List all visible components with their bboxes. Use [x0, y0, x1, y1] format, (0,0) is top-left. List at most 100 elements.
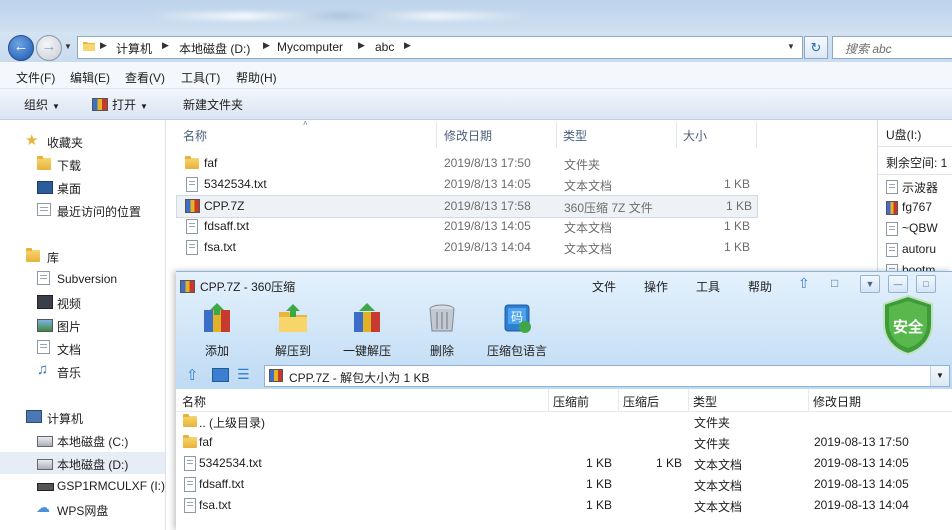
usb-drive-icon — [37, 483, 54, 491]
column-header-name[interactable]: 名称 — [183, 127, 207, 144]
archive-path-bar[interactable]: CPP.7Z - 解包大小为 1 KB ▼ — [264, 365, 950, 387]
archive-column-type[interactable]: 类型 — [693, 393, 717, 410]
menu-view[interactable]: 查看(V) — [125, 69, 165, 86]
new-folder-button[interactable]: 新建文件夹 — [183, 96, 243, 113]
open-button[interactable]: 打开 ▼ — [92, 96, 148, 113]
nav-downloads[interactable]: 下载 — [0, 153, 165, 175]
archive-row[interactable]: .. (上级目录) 文件夹 — [176, 411, 952, 432]
archive-window-title: CPP.7Z - 360压缩 — [200, 280, 296, 294]
breadcrumb-mycomputer[interactable]: Mycomputer — [277, 40, 343, 54]
archive-row[interactable]: 5342534.txt 1 KB 1 KB 文本文档 2019-08-13 14… — [176, 453, 952, 474]
menu-tools[interactable]: 工具(T) — [181, 69, 220, 86]
security-badge[interactable]: 安全 — [880, 294, 936, 356]
nav-drive-c-label: 本地磁盘 (C:) — [57, 435, 129, 449]
file-modified: 2019/8/13 17:58 — [444, 199, 531, 213]
preview-item[interactable]: autoru — [902, 242, 936, 256]
breadcrumb-separator-icon[interactable]: ▶ — [162, 40, 169, 51]
archive-menu-tools[interactable]: 工具 — [696, 278, 720, 295]
history-dropdown-button[interactable]: ▼ — [64, 38, 74, 56]
file-modified: 2019/8/13 17:50 — [444, 156, 531, 170]
archive-row-type: 文本文档 — [694, 479, 743, 493]
feedback-icon[interactable]: □ — [831, 276, 838, 290]
file-row[interactable]: fsa.txt 2019/8/13 14:04 文本文档 1 KB — [176, 237, 756, 258]
preview-item[interactable]: ~QBW — [902, 221, 938, 235]
column-header-size[interactable]: 大小 — [683, 127, 707, 144]
command-bar: 组织 ▼ 打开 ▼ 新建文件夹 — [0, 89, 952, 120]
file-row[interactable]: fdsaff.txt 2019/8/13 14:05 文本文档 1 KB — [176, 216, 756, 237]
archive-column-before[interactable]: 压缩前 — [553, 393, 589, 410]
breadcrumb-drive-d[interactable]: 本地磁盘 (D:) — [179, 40, 250, 57]
preview-item[interactable]: 示波器 — [902, 179, 938, 196]
nav-music[interactable]: ♫ 音乐 — [0, 360, 165, 382]
nav-drive-c[interactable]: 本地磁盘 (C:) — [0, 429, 165, 451]
archive-column-after[interactable]: 压缩后 — [623, 393, 659, 410]
archive-row[interactable]: fsa.txt 1 KB 文本文档 2019-08-13 14:04 — [176, 495, 952, 516]
delete-label: 删除 — [429, 344, 454, 358]
nav-documents[interactable]: 文档 — [0, 337, 165, 359]
archive-column-name[interactable]: 名称 — [182, 393, 206, 410]
address-dropdown-icon[interactable]: ▼ — [787, 42, 795, 51]
archive-menu-help[interactable]: 帮助 — [748, 278, 772, 295]
file-type: 文本文档 — [564, 221, 613, 235]
menu-file[interactable]: 文件(F) — [16, 69, 55, 86]
nav-pictures[interactable]: 图片 — [0, 314, 165, 336]
minimize-button[interactable]: — — [888, 275, 908, 293]
settings-button[interactable]: ▼ — [860, 275, 880, 293]
nav-computer[interactable]: 计算机 — [0, 406, 165, 428]
menu-edit[interactable]: 编辑(E) — [70, 69, 110, 86]
nav-favorites[interactable]: ★ 收藏夹 — [0, 130, 165, 152]
address-bar[interactable]: ▶ 计算机 ▶ 本地磁盘 (D:) ▶ Mycomputer ▶ abc ▶ ▼ — [77, 36, 803, 59]
nav-drive-d[interactable]: 本地磁盘 (D:) — [0, 452, 165, 474]
preview-item[interactable]: fg767 — [902, 200, 932, 214]
nav-drive-i[interactable]: GSP1RMCULXF (I:) — [0, 475, 165, 497]
list-view-icon[interactable]: ☰ — [237, 366, 250, 383]
archive-row-name: fsa.txt — [199, 498, 232, 512]
refresh-button[interactable]: ↻ — [804, 36, 828, 59]
file-name: 5342534.txt — [204, 177, 267, 191]
archive-menu-operate[interactable]: 操作 — [644, 278, 668, 295]
menu-help[interactable]: 帮助(H) — [236, 69, 277, 86]
nav-subversion-label: Subversion — [57, 272, 118, 286]
breadcrumb-separator-icon[interactable]: ▶ — [404, 40, 411, 51]
forward-button[interactable]: → — [36, 35, 62, 61]
search-input[interactable]: 搜索 abc — [832, 36, 952, 59]
path-dropdown-icon[interactable]: ▼ — [930, 366, 949, 386]
breadcrumb-separator-icon[interactable]: ▶ — [263, 40, 270, 51]
add-button[interactable]: 添加 — [182, 302, 252, 362]
nav-desktop[interactable]: 桌面 — [0, 176, 165, 198]
thumbnail-view-icon[interactable] — [212, 368, 229, 382]
breadcrumb-separator-icon[interactable]: ▶ — [358, 40, 365, 51]
archive-language-button[interactable]: 码 压缩包语言 — [482, 302, 552, 362]
back-button[interactable]: ← — [8, 35, 34, 61]
archive-row-type: 文件夹 — [694, 437, 731, 451]
maximize-button[interactable]: □ — [916, 275, 936, 293]
nav-subversion[interactable]: Subversion — [0, 268, 165, 290]
extract-to-button[interactable]: 解压到 — [258, 302, 328, 362]
file-row-selected[interactable]: CPP.7Z 2019/8/13 17:58 360压缩 7Z 文件 1 KB — [176, 195, 758, 218]
breadcrumb-abc[interactable]: abc — [375, 40, 394, 54]
skin-icon[interactable]: ⇧ — [798, 275, 810, 292]
archive-row[interactable]: fdsaff.txt 1 KB 文本文档 2019-08-13 14:05 — [176, 474, 952, 495]
archive-row[interactable]: faf 文件夹 2019-08-13 17:50 — [176, 432, 952, 453]
file-row[interactable]: faf 2019/8/13 17:50 文件夹 — [176, 153, 756, 174]
nav-videos[interactable]: 视频 — [0, 291, 165, 313]
delete-button[interactable]: 删除 — [407, 302, 477, 362]
file-name: CPP.7Z — [204, 199, 245, 213]
breadcrumb-computer[interactable]: 计算机 — [116, 40, 152, 57]
archive-menu-file[interactable]: 文件 — [592, 278, 616, 295]
nav-wps-cloud[interactable]: ☁ WPS网盘 — [0, 498, 165, 520]
organize-button[interactable]: 组织 ▼ — [24, 96, 60, 113]
column-header-type[interactable]: 类型 — [563, 127, 587, 144]
nav-libraries[interactable]: 库 — [0, 245, 165, 267]
archive-row-name: .. (上级目录) — [199, 416, 265, 430]
column-header-modified[interactable]: 修改日期 — [444, 127, 492, 144]
text-file-icon — [186, 177, 198, 192]
maximize-icon: □ — [923, 279, 929, 289]
star-icon: ★ — [25, 132, 39, 149]
nav-recent-places[interactable]: 最近访问的位置 — [0, 199, 165, 221]
one-click-extract-button[interactable]: 一键解压 — [332, 302, 402, 362]
archive-column-modified[interactable]: 修改日期 — [813, 393, 861, 410]
up-level-icon[interactable]: ⇧ — [186, 366, 199, 384]
archive-file-list: 名称 压缩前 压缩后 类型 修改日期 .. (上级目录) 文件夹 faf 文件夹… — [176, 389, 952, 530]
file-row[interactable]: 5342534.txt 2019/8/13 14:05 文本文档 1 KB — [176, 174, 756, 195]
